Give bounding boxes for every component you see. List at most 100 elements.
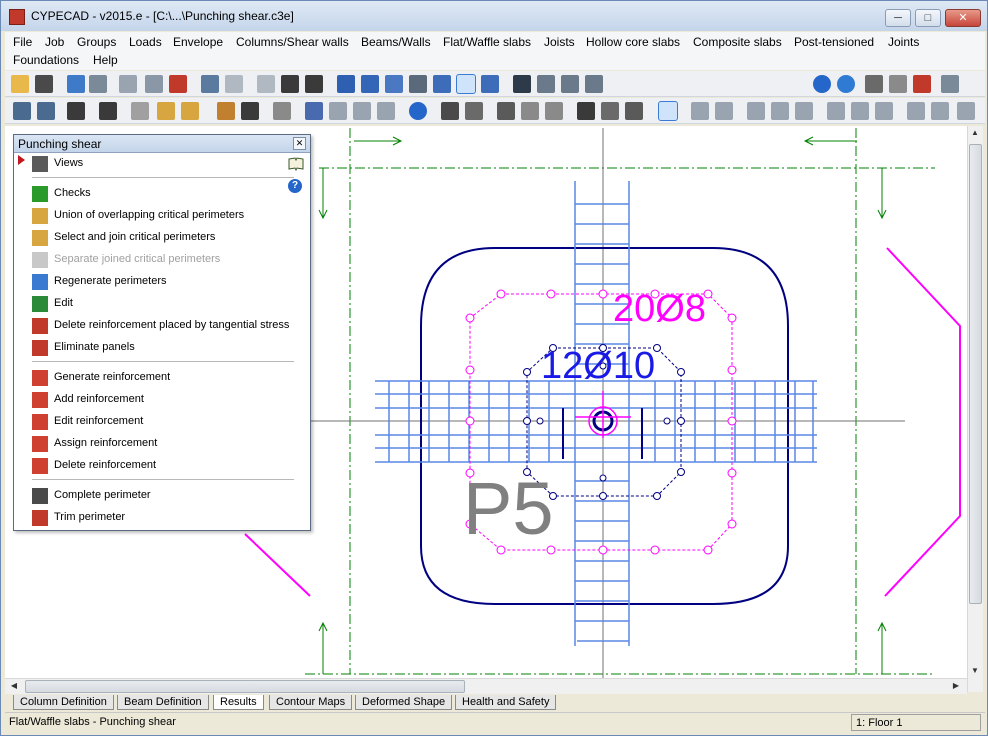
toolbar2-icon-26[interactable] <box>715 102 733 120</box>
menu-beams-walls[interactable]: Beams/Walls <box>361 35 431 49</box>
vertical-scrollbar[interactable]: ▲ ▼ <box>967 126 983 692</box>
pan-hand-icon[interactable] <box>456 74 476 94</box>
redo-icon[interactable] <box>225 75 243 93</box>
move-updown-icon[interactable] <box>281 75 299 93</box>
toolbar2-icon-35[interactable] <box>957 102 975 120</box>
menu-post-tensioned[interactable]: Post-tensioned <box>794 35 874 49</box>
tab-beam-definition[interactable]: Beam Definition <box>117 695 209 710</box>
exit-icon[interactable] <box>941 75 959 93</box>
menu-loads[interactable]: Loads <box>129 35 162 49</box>
toolbar2-icon-30[interactable] <box>827 102 845 120</box>
toolbar2-icon-14[interactable] <box>377 102 395 120</box>
maximize-button[interactable]: □ <box>915 9 941 27</box>
cube-icon[interactable] <box>157 102 175 120</box>
toolbar2-icon-12[interactable] <box>329 102 347 120</box>
toolbar2-icon-31[interactable] <box>851 102 869 120</box>
panel-item-separate-perimeters[interactable]: Separate joined critical perimeters <box>32 251 300 269</box>
panel-item-edit[interactable]: Edit <box>32 295 300 313</box>
toolbar2-icon-10[interactable] <box>273 102 291 120</box>
stairs-icon[interactable] <box>67 102 85 120</box>
toolbar2-icon-29[interactable] <box>795 102 813 120</box>
axes-c-icon[interactable] <box>585 75 603 93</box>
tab-results[interactable]: Results <box>213 695 264 710</box>
panel-item-union-perimeters[interactable]: Union of overlapping critical perimeters <box>32 207 300 225</box>
close-button[interactable]: ✕ <box>945 9 981 27</box>
panel-item-complete-perimeter[interactable]: Complete perimeter <box>32 487 300 505</box>
beam-icon[interactable] <box>305 102 323 120</box>
toolbar2-icon-17[interactable] <box>465 102 483 120</box>
redraw-icon[interactable] <box>481 75 499 93</box>
undo-icon[interactable] <box>201 75 219 93</box>
open-folder-icon[interactable] <box>11 75 29 93</box>
panel-close-button[interactable]: ✕ <box>293 137 306 150</box>
toolbar2-icon-25[interactable] <box>691 102 709 120</box>
toolbar2-icon-9[interactable] <box>241 102 259 120</box>
scroll-up-arrow-icon[interactable]: ▲ <box>968 128 982 137</box>
toolbar2-icon-27[interactable] <box>747 102 765 120</box>
pdf-icon[interactable] <box>889 75 907 93</box>
move-up-icon[interactable] <box>257 75 275 93</box>
help-icon[interactable] <box>813 75 831 93</box>
menu-joints[interactable]: Joints <box>888 35 919 49</box>
magnet-icon[interactable] <box>169 75 187 93</box>
grid-icon[interactable] <box>119 75 137 93</box>
toolbar2-icon-2[interactable] <box>37 102 55 120</box>
scroll-down-arrow-icon[interactable]: ▼ <box>968 666 982 675</box>
panel-item-delete-reinforcement[interactable]: Delete reinforcement <box>32 457 300 475</box>
scroll-left-arrow-icon[interactable]: ◀ <box>7 681 21 690</box>
toolbar2-icon-18[interactable] <box>497 102 515 120</box>
zoom-all-icon[interactable] <box>433 75 451 93</box>
panel-item-edit-reinforcement[interactable]: Edit reinforcement <box>32 413 300 431</box>
toolbar2-icon-13[interactable] <box>353 102 371 120</box>
tab-deformed-shape[interactable]: Deformed Shape <box>355 695 453 710</box>
menu-help[interactable]: Help <box>93 53 118 67</box>
panel-item-checks[interactable]: Checks <box>32 185 300 203</box>
toolbar2-icon-33[interactable] <box>907 102 925 120</box>
tool-b-icon[interactable] <box>89 75 107 93</box>
axes-b-icon[interactable] <box>561 75 579 93</box>
horizontal-scroll-thumb[interactable] <box>25 680 465 693</box>
toolbar2-icon-34[interactable] <box>931 102 949 120</box>
zoom-window-icon[interactable] <box>337 75 355 93</box>
menu-job[interactable]: Job <box>45 35 64 49</box>
panel-item-trim-perimeter[interactable]: Trim perimeter <box>32 509 300 527</box>
panel-item-select-join-perimeters[interactable]: Select and join critical perimeters <box>32 229 300 247</box>
panel-item-eliminate-panels[interactable]: Eliminate panels <box>32 339 300 357</box>
menu-file[interactable]: File <box>13 35 32 49</box>
zoom-out-icon[interactable] <box>385 75 403 93</box>
menu-hollow-core-slabs[interactable]: Hollow core slabs <box>586 35 680 49</box>
phone-icon[interactable] <box>99 102 117 120</box>
print-icon[interactable] <box>865 75 883 93</box>
calc-icon[interactable] <box>145 75 163 93</box>
floor-indicator[interactable]: 1: Floor 1 <box>851 714 981 731</box>
view-3d-icon[interactable] <box>513 75 531 93</box>
export-icon[interactable] <box>913 75 931 93</box>
toolbar2-icon-19[interactable] <box>521 102 539 120</box>
minimize-button[interactable]: ─ <box>885 9 911 27</box>
toolbar2-icon-28[interactable] <box>771 102 789 120</box>
zoom-in-icon[interactable] <box>361 75 379 93</box>
globe-icon[interactable] <box>837 75 855 93</box>
tab-column-definition[interactable]: Column Definition <box>13 695 114 710</box>
toolbar2-icon-23[interactable] <box>625 102 643 120</box>
menu-flat-waffle-slabs[interactable]: Flat/Waffle slabs <box>443 35 531 49</box>
menu-composite-slabs[interactable]: Composite slabs <box>693 35 782 49</box>
panel-item-add-reinforcement[interactable]: Add reinforcement <box>32 391 300 409</box>
toolbar2-icon-1[interactable] <box>13 102 31 120</box>
pencil-icon[interactable] <box>409 75 427 93</box>
panel-item-generate-reinforcement[interactable]: Generate reinforcement <box>32 369 300 387</box>
save-icon[interactable] <box>35 75 53 93</box>
drop-icon[interactable] <box>131 102 149 120</box>
axes-a-icon[interactable] <box>537 75 555 93</box>
panel-item-delete-tangential[interactable]: Delete reinforcement placed by tangentia… <box>32 317 300 335</box>
toolbar2-icon-22[interactable] <box>601 102 619 120</box>
menu-joists[interactable]: Joists <box>544 35 575 49</box>
info-icon[interactable] <box>409 102 427 120</box>
panel-header[interactable]: Punching shear ✕ <box>14 135 310 153</box>
panel-item-regenerate-perimeters[interactable]: Regenerate perimeters <box>32 273 300 291</box>
toolbar2-icon-21[interactable] <box>577 102 595 120</box>
menu-columns-shear-walls[interactable]: Columns/Shear walls <box>236 35 349 49</box>
menu-envelope[interactable]: Envelope <box>173 35 223 49</box>
tool-a-icon[interactable] <box>67 75 85 93</box>
panel-item-views[interactable]: Views <box>32 155 300 173</box>
